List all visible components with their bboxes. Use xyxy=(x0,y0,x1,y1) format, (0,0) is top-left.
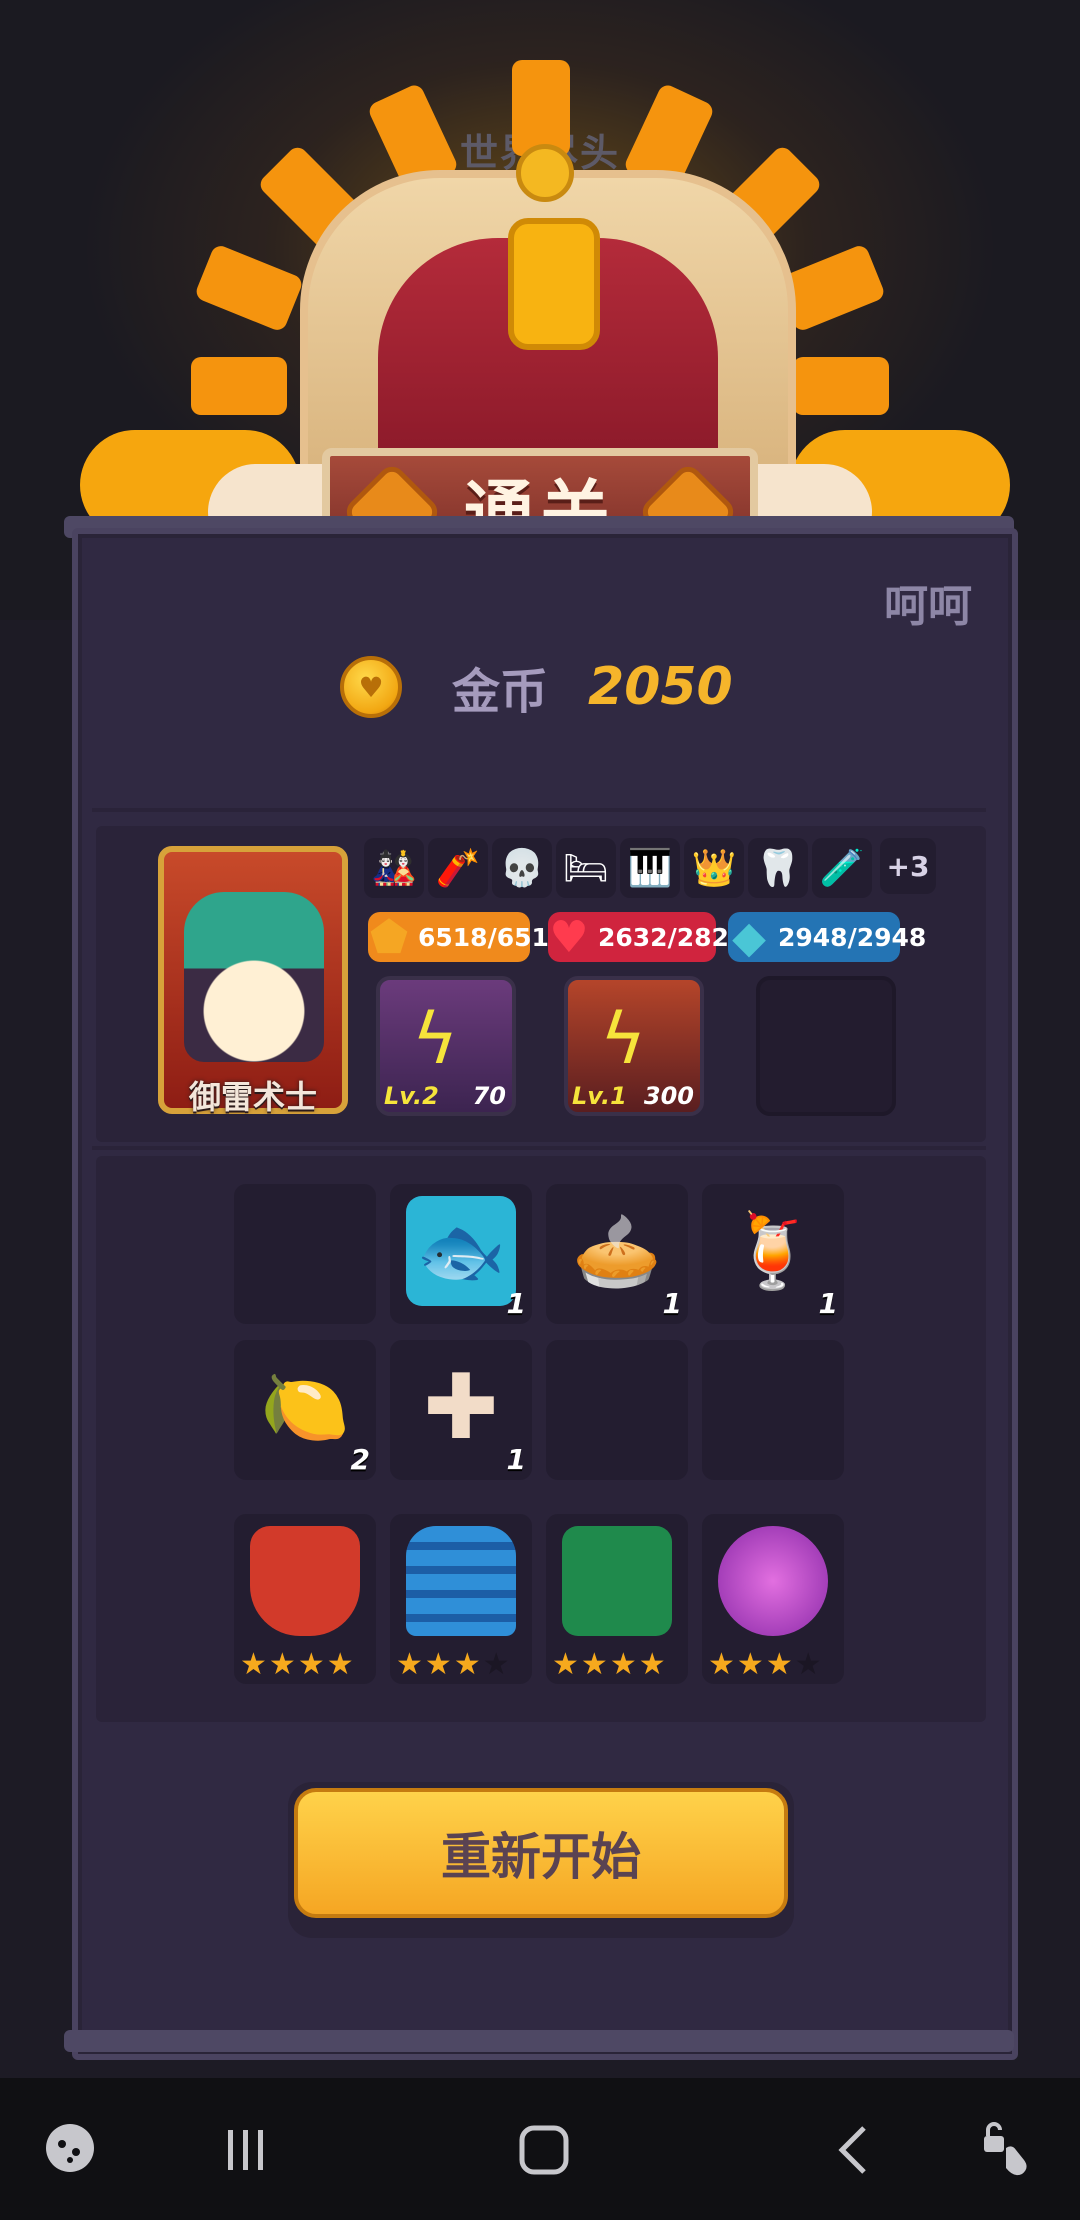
diamond-icon: ◆ xyxy=(732,911,766,963)
relic-potion-icon[interactable]: 🧪 xyxy=(812,838,872,898)
equipment-slot[interactable]: ★ ★ ★ ★ xyxy=(546,1514,688,1684)
recent-apps-icon[interactable] xyxy=(218,2122,274,2178)
relic-doll-icon[interactable]: 🎎 xyxy=(364,838,424,898)
coin-value: 2050 xyxy=(588,657,733,717)
lightning-fist-icon: ϟ xyxy=(412,998,459,1080)
crown-orb xyxy=(516,144,574,202)
relic-fangs-icon[interactable]: 🦷 xyxy=(748,838,808,898)
item-slot[interactable]: ✚ 1 xyxy=(390,1340,532,1480)
fruit-tart-icon: 🥧 xyxy=(572,1208,662,1293)
green-crossbow-icon xyxy=(562,1526,672,1636)
item-slot[interactable]: 🐟 1 xyxy=(390,1184,532,1324)
star-icon: ★ xyxy=(482,1647,510,1682)
item-slot-empty[interactable] xyxy=(702,1340,844,1480)
heart-icon: ♥ xyxy=(549,911,589,963)
angel-portrait-icon xyxy=(718,1526,828,1636)
sun-ray xyxy=(191,357,287,415)
cross-bandage-icon: ✚ xyxy=(423,1354,499,1460)
home-icon[interactable] xyxy=(516,2122,572,2178)
star-rating: ★ ★ ★ ★ xyxy=(552,1650,666,1680)
star-rating: ★ ★ ★ ★ xyxy=(240,1650,354,1680)
star-icon: ★ xyxy=(453,1647,481,1682)
items-section xyxy=(96,1156,986,1722)
sun-ray xyxy=(793,357,889,415)
coin-icon: ♥ xyxy=(340,656,402,718)
blue-spring-icon xyxy=(406,1526,516,1636)
divider xyxy=(92,1146,986,1150)
star-icon: ★ xyxy=(326,1647,354,1682)
coin-label: 金币 xyxy=(452,664,549,720)
item-count: 1 xyxy=(662,1287,682,1320)
shield-icon: ⬟ xyxy=(369,911,409,963)
star-rating: ★ ★ ★ ★ xyxy=(708,1650,822,1680)
item-slot[interactable]: 🥧 1 xyxy=(546,1184,688,1324)
fish-crate-icon: 🐟 xyxy=(406,1196,516,1306)
energy-value: 2948/2948 xyxy=(778,922,927,952)
restart-button[interactable]: 重新开始 xyxy=(294,1788,788,1918)
item-slot[interactable]: 🍹 1 xyxy=(702,1184,844,1324)
skill-slot-2[interactable]: ϟ Lv.1 300 xyxy=(564,976,704,1116)
star-icon: ★ xyxy=(609,1647,637,1682)
relic-list: 🎎 🧨 💀 🛏 🎹 👑 🦷 🧪 +3 xyxy=(364,838,936,898)
hero-face-art xyxy=(184,892,324,1062)
item-count: 1 xyxy=(506,1443,526,1476)
star-icon: ★ xyxy=(580,1647,608,1682)
equipment-slot[interactable]: ★ ★ ★ ★ xyxy=(390,1514,532,1684)
energy-stat: ◆ 2948/2948 xyxy=(728,912,926,963)
star-icon: ★ xyxy=(297,1647,325,1682)
crown-icon xyxy=(300,170,796,486)
star-icon: ★ xyxy=(268,1647,296,1682)
touch-lock-icon[interactable] xyxy=(976,2116,1040,2180)
red-shield-icon xyxy=(250,1526,360,1636)
skill-cost: 300 xyxy=(643,1082,694,1110)
star-icon: ★ xyxy=(240,1647,267,1682)
coin-summary: ♥ 金币 2050 xyxy=(340,652,733,722)
divider xyxy=(92,808,986,812)
relic-piano-icon[interactable]: 🎹 xyxy=(620,838,680,898)
item-slot-empty[interactable] xyxy=(546,1340,688,1480)
item-count: 2 xyxy=(350,1443,370,1476)
equipment-slot[interactable]: ★ ★ ★ ★ xyxy=(234,1514,376,1684)
berry-drink-icon: 🍹 xyxy=(728,1208,818,1293)
sun-ray xyxy=(512,60,570,156)
system-nav-bar xyxy=(0,2078,1080,2220)
relic-more-badge[interactable]: +3 xyxy=(880,838,936,894)
star-icon: ★ xyxy=(638,1647,666,1682)
relic-skull-icon[interactable]: 💀 xyxy=(492,838,552,898)
star-icon: ★ xyxy=(736,1647,764,1682)
star-icon: ★ xyxy=(794,1647,822,1682)
skill-level: Lv.2 xyxy=(384,1082,439,1110)
skill-slot-empty[interactable] xyxy=(756,976,896,1116)
item-count: 1 xyxy=(506,1287,526,1320)
hp-stat: ♥ 2632/2822 xyxy=(548,912,746,963)
relic-crown-shield-icon[interactable]: 👑 xyxy=(684,838,744,898)
star-rating: ★ ★ ★ ★ xyxy=(396,1650,510,1680)
game-tools-icon[interactable] xyxy=(40,2118,100,2178)
lemon-icon: 🍋 xyxy=(260,1364,350,1449)
thunder-strike-icon: ϟ xyxy=(600,998,647,1080)
back-icon[interactable] xyxy=(826,2122,882,2178)
star-icon: ★ xyxy=(396,1647,423,1682)
relic-firework-icon[interactable]: 🧨 xyxy=(428,838,488,898)
star-icon: ★ xyxy=(708,1647,735,1682)
item-count: 1 xyxy=(818,1287,838,1320)
item-slot[interactable]: 🍋 2 xyxy=(234,1340,376,1480)
skill-slot-1[interactable]: ϟ Lv.2 70 xyxy=(376,976,516,1116)
panel-cap-bottom xyxy=(64,2030,1014,2052)
player-name: 呵呵 xyxy=(884,581,972,632)
skill-level: Lv.1 xyxy=(572,1082,627,1110)
star-icon: ★ xyxy=(765,1647,793,1682)
star-icon: ★ xyxy=(424,1647,452,1682)
equipment-slot[interactable]: ★ ★ ★ ★ xyxy=(702,1514,844,1684)
star-icon: ★ xyxy=(552,1647,579,1682)
armor-stat: ⬟ 6518/6518 xyxy=(368,912,566,963)
skill-cost: 70 xyxy=(472,1082,506,1110)
relic-pillow-icon[interactable]: 🛏 xyxy=(556,838,616,898)
hero-name: 御雷术士 xyxy=(188,1078,317,1116)
item-slot-empty[interactable] xyxy=(234,1184,376,1324)
